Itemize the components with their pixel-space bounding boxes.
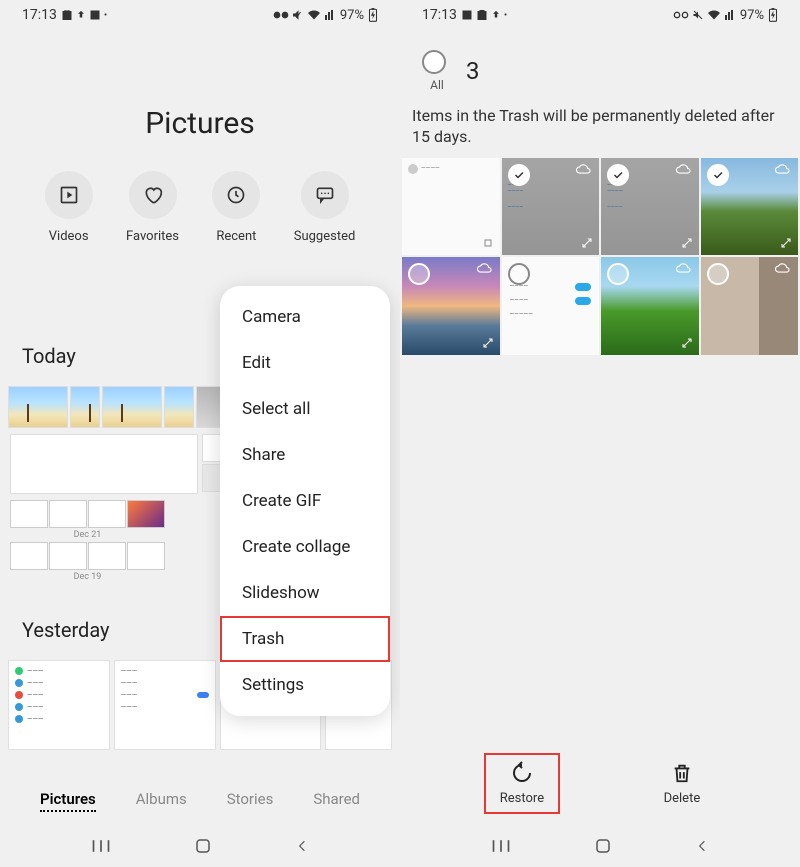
- menu-settings[interactable]: Settings: [220, 662, 390, 708]
- back-nav-icon[interactable]: [295, 838, 309, 854]
- thumbnail[interactable]: [8, 386, 68, 428]
- status-time: 17:13: [22, 7, 57, 23]
- category-label: Favorites: [126, 229, 179, 244]
- bottom-tabs: Pictures Albums Stories Shared: [0, 780, 400, 822]
- category-label: Videos: [49, 229, 89, 244]
- restore-button[interactable]: Restore: [486, 755, 558, 812]
- heart-icon: [143, 185, 163, 205]
- category-suggested[interactable]: Suggested: [294, 171, 356, 244]
- tab-pictures[interactable]: Pictures: [40, 790, 96, 812]
- thumbnail[interactable]: [102, 386, 162, 428]
- menu-share[interactable]: Share: [220, 432, 390, 478]
- select-all-checkbox[interactable]: [422, 50, 446, 74]
- back-nav-icon[interactable]: [695, 838, 709, 854]
- status-bar: 17:13 • 97%: [0, 0, 400, 30]
- battery-icon: [368, 8, 378, 22]
- phone-right-trash: 17:13 • 97% All 3: [400, 0, 800, 867]
- selection-count: 3: [466, 57, 480, 85]
- trash-item[interactable]: ————: [402, 158, 500, 256]
- thumbnail[interactable]: [49, 500, 87, 528]
- status-left-icons: •: [61, 9, 107, 21]
- check-icon[interactable]: [707, 263, 729, 285]
- thumbnail[interactable]: [127, 500, 165, 528]
- trash-icon: [671, 761, 693, 785]
- check-icon[interactable]: [508, 164, 530, 186]
- phone-left-pictures: 17:13 • 97% Pictures Videos: [0, 0, 400, 867]
- tab-albums[interactable]: Albums: [136, 790, 187, 812]
- select-all-label: All: [430, 78, 444, 92]
- check-icon[interactable]: [408, 263, 430, 285]
- trash-item[interactable]: [701, 158, 799, 256]
- thumbnail[interactable]: [49, 542, 87, 570]
- status-right-icons: [673, 9, 736, 21]
- menu-create-collage[interactable]: Create collage: [220, 524, 390, 570]
- delete-button[interactable]: Delete: [650, 755, 715, 812]
- select-header: All 3: [400, 30, 800, 100]
- action-label: Delete: [664, 791, 701, 806]
- status-time: 17:13: [422, 7, 457, 23]
- status-battery-pct: 97%: [740, 8, 764, 23]
- thumbnail[interactable]: [10, 500, 48, 528]
- trash-grid: ———— ———————————— ————————————: [400, 158, 800, 355]
- home-nav-icon[interactable]: [594, 837, 612, 855]
- menu-slideshow[interactable]: Slideshow: [220, 570, 390, 616]
- check-icon[interactable]: [508, 263, 530, 285]
- play-box-icon: [59, 185, 79, 205]
- thumbnail[interactable]: [164, 386, 194, 428]
- restore-icon: [510, 761, 534, 785]
- trash-item[interactable]: [601, 257, 699, 355]
- category-recent[interactable]: Recent: [212, 171, 260, 244]
- menu-edit[interactable]: Edit: [220, 340, 390, 386]
- tab-shared[interactable]: Shared: [313, 790, 360, 812]
- nav-bar: [0, 825, 400, 867]
- home-nav-icon[interactable]: [194, 837, 212, 855]
- status-left-icons: •: [461, 9, 507, 21]
- nav-bar: [400, 825, 800, 867]
- category-label: Recent: [216, 229, 256, 244]
- menu-select-all[interactable]: Select all: [220, 386, 390, 432]
- status-battery-pct: 97%: [340, 8, 364, 23]
- thumbnail[interactable]: [10, 542, 48, 570]
- clock-icon: [226, 185, 246, 205]
- category-videos[interactable]: Videos: [45, 171, 93, 244]
- thumbnail[interactable]: [70, 386, 100, 428]
- thumbnail[interactable]: [10, 434, 198, 494]
- thumbnail[interactable]: [88, 542, 126, 570]
- thumbnail[interactable]: ——— ——— ——— ———: [114, 660, 216, 750]
- check-icon[interactable]: [607, 263, 629, 285]
- check-icon[interactable]: [607, 164, 629, 186]
- trash-item[interactable]: ———— ———— —————: [502, 257, 600, 355]
- thumbnail[interactable]: [88, 500, 126, 528]
- menu-create-gif[interactable]: Create GIF: [220, 478, 390, 524]
- trash-item[interactable]: ————————————: [601, 158, 699, 256]
- thumbnail[interactable]: [127, 542, 165, 570]
- trash-item[interactable]: ————————————: [502, 158, 600, 256]
- speech-icon: [315, 185, 335, 205]
- check-icon[interactable]: [707, 164, 729, 186]
- trash-note: Items in the Trash will be permanently d…: [400, 100, 800, 158]
- tab-stories[interactable]: Stories: [227, 790, 274, 812]
- action-bar: Restore Delete: [400, 745, 800, 822]
- trash-item[interactable]: [701, 257, 799, 355]
- category-row: Videos Favorites Recent Suggested: [0, 171, 400, 244]
- recents-nav-icon[interactable]: [491, 838, 511, 854]
- action-label: Restore: [500, 791, 544, 806]
- menu-trash[interactable]: Trash: [220, 616, 390, 662]
- thumbnail[interactable]: ——— ——— ——— ——— ———: [8, 660, 110, 750]
- battery-icon: [768, 8, 778, 22]
- status-right-icons: [273, 9, 336, 21]
- page-title: Pictures: [0, 106, 400, 141]
- category-label: Suggested: [294, 229, 356, 244]
- context-menu: Camera Edit Select all Share Create GIF …: [220, 286, 390, 716]
- recents-nav-icon[interactable]: [91, 838, 111, 854]
- trash-item[interactable]: [402, 257, 500, 355]
- menu-camera[interactable]: Camera: [220, 294, 390, 340]
- status-bar: 17:13 • 97%: [400, 0, 800, 30]
- category-favorites[interactable]: Favorites: [126, 171, 179, 244]
